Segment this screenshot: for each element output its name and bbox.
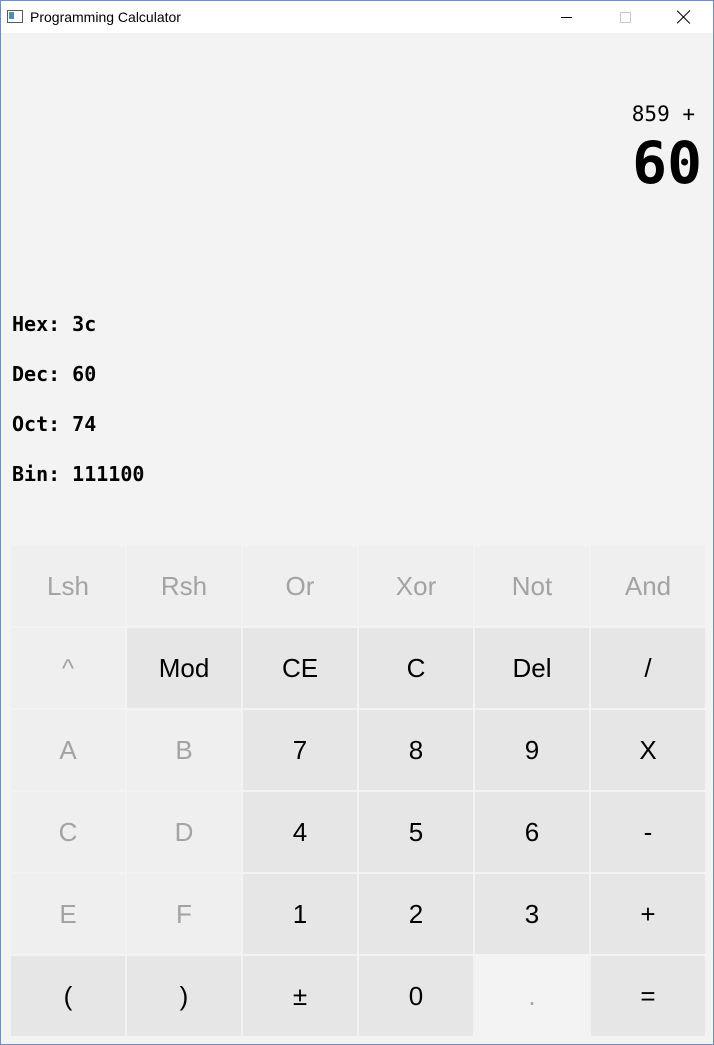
app-icon bbox=[7, 10, 23, 23]
key-hex-d[interactable]: D bbox=[127, 792, 241, 872]
dec-label: Dec: bbox=[12, 362, 61, 386]
key-open-paren[interactable]: ( bbox=[11, 956, 125, 1036]
key-close-paren[interactable]: ) bbox=[127, 956, 241, 1036]
key-0[interactable]: 0 bbox=[359, 956, 473, 1036]
oct-label: Oct: bbox=[12, 412, 61, 436]
hex-value: 3c bbox=[72, 312, 97, 336]
key-6[interactable]: 6 bbox=[475, 792, 589, 872]
key-multiply[interactable]: X bbox=[591, 710, 705, 790]
key-clear-entry[interactable]: CE bbox=[243, 628, 357, 708]
key-xor[interactable]: Xor bbox=[359, 546, 473, 626]
key-9[interactable]: 9 bbox=[475, 710, 589, 790]
minimize-button[interactable] bbox=[537, 1, 595, 33]
bin-value: 111100 bbox=[72, 462, 145, 486]
key-equals[interactable]: = bbox=[591, 956, 705, 1036]
minimize-icon bbox=[560, 16, 572, 18]
key-divide[interactable]: / bbox=[591, 628, 705, 708]
key-power[interactable]: ^ bbox=[11, 628, 125, 708]
key-add[interactable]: + bbox=[591, 874, 705, 954]
bin-readout: Bin: 111100 bbox=[12, 462, 144, 486]
expression-display: 859 + bbox=[631, 102, 695, 126]
calculator-window: Programming Calculator 859 + 60 Hex: 3c D… bbox=[0, 0, 714, 1045]
close-icon bbox=[677, 10, 691, 24]
key-and[interactable]: And bbox=[591, 546, 705, 626]
key-hex-e[interactable]: E bbox=[11, 874, 125, 954]
key-rsh[interactable]: Rsh bbox=[127, 546, 241, 626]
key-5[interactable]: 5 bbox=[359, 792, 473, 872]
key-delete[interactable]: Del bbox=[475, 628, 589, 708]
key-negate[interactable]: ± bbox=[243, 956, 357, 1036]
hex-readout: Hex: 3c bbox=[12, 312, 96, 336]
key-mod[interactable]: Mod bbox=[127, 628, 241, 708]
window-title: Programming Calculator bbox=[30, 9, 181, 25]
hex-label: Hex: bbox=[12, 312, 61, 336]
dec-readout: Dec: 60 bbox=[12, 362, 96, 386]
title-bar: Programming Calculator bbox=[1, 1, 713, 33]
key-3[interactable]: 3 bbox=[475, 874, 589, 954]
maximize-icon bbox=[619, 11, 631, 23]
oct-value: 74 bbox=[72, 412, 97, 436]
oct-readout: Oct: 74 bbox=[12, 412, 96, 436]
key-subtract[interactable]: - bbox=[591, 792, 705, 872]
key-hex-b[interactable]: B bbox=[127, 710, 241, 790]
key-2[interactable]: 2 bbox=[359, 874, 473, 954]
bin-label: Bin: bbox=[12, 462, 61, 486]
result-display: 60 bbox=[632, 129, 702, 197]
dec-value: 60 bbox=[72, 362, 97, 386]
key-8[interactable]: 8 bbox=[359, 710, 473, 790]
maximize-button[interactable] bbox=[596, 1, 654, 33]
key-decimal[interactable]: . bbox=[475, 956, 589, 1036]
key-hex-a[interactable]: A bbox=[11, 710, 125, 790]
key-clear[interactable]: C bbox=[359, 628, 473, 708]
key-hex-f[interactable]: F bbox=[127, 874, 241, 954]
key-4[interactable]: 4 bbox=[243, 792, 357, 872]
key-or[interactable]: Or bbox=[243, 546, 357, 626]
keypad: Lsh Rsh Or Xor Not And ^ Mod CE C Del / … bbox=[11, 546, 705, 1038]
key-lsh[interactable]: Lsh bbox=[11, 546, 125, 626]
key-1[interactable]: 1 bbox=[243, 874, 357, 954]
close-button[interactable] bbox=[655, 1, 713, 33]
key-not[interactable]: Not bbox=[475, 546, 589, 626]
key-7[interactable]: 7 bbox=[243, 710, 357, 790]
key-hex-c[interactable]: C bbox=[11, 792, 125, 872]
